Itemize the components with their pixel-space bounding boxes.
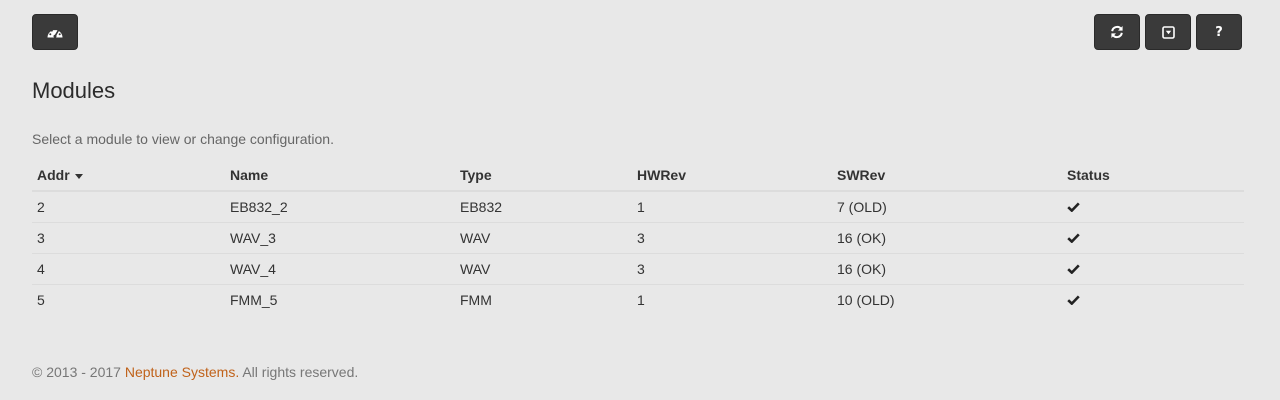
company-link[interactable]: Neptune Systems. <box>125 364 239 380</box>
collapse-icon <box>1161 25 1175 39</box>
cell-addr: 5 <box>32 283 225 315</box>
footer-rights: All rights reserved. <box>239 364 359 380</box>
cell-swrev: 16 (OK) <box>832 221 1062 253</box>
cell-addr: 2 <box>32 190 225 222</box>
check-icon <box>1067 295 1080 305</box>
collapse-button[interactable] <box>1145 14 1191 50</box>
cell-hwrev: 1 <box>632 190 832 222</box>
table-row[interactable]: 3 WAV_3 WAV 3 16 (OK) <box>32 221 1244 253</box>
cell-swrev: 7 (OLD) <box>832 190 1062 222</box>
column-header-type[interactable]: Type <box>455 160 632 192</box>
cell-addr: 4 <box>32 252 225 284</box>
cell-name: WAV_4 <box>225 252 455 284</box>
cell-type: FMM <box>455 283 632 315</box>
page-intro: Select a module to view or change config… <box>32 131 334 147</box>
cell-hwrev: 1 <box>632 283 832 315</box>
check-icon <box>1067 263 1080 274</box>
column-header-status[interactable]: Status <box>1062 160 1244 192</box>
cell-hwrev: 3 <box>632 252 832 284</box>
cell-name: FMM_5 <box>225 283 455 315</box>
help-icon: ? <box>1215 24 1223 40</box>
help-button[interactable]: ? <box>1196 14 1242 50</box>
cell-addr: 3 <box>32 221 225 253</box>
check-icon <box>1067 202 1080 212</box>
refresh-icon <box>1111 25 1123 39</box>
cell-status <box>1062 283 1244 315</box>
cell-type: EB832 <box>455 190 632 222</box>
column-header-swrev[interactable]: SWRev <box>832 160 1062 192</box>
table-row[interactable]: 5 FMM_5 FMM 1 10 (OLD) <box>32 283 1244 315</box>
cell-type: WAV <box>455 221 632 253</box>
column-header-addr[interactable]: Addr <box>32 160 225 192</box>
cell-swrev: 10 (OLD) <box>832 283 1062 315</box>
cell-swrev: 16 (OK) <box>832 252 1062 284</box>
page-title: Modules <box>32 78 116 103</box>
dashboard-icon <box>47 28 63 38</box>
table-row[interactable]: 4 WAV_4 WAV 3 16 (OK) <box>32 252 1244 284</box>
column-header-name[interactable]: Name <box>225 160 455 192</box>
dashboard-button[interactable] <box>32 14 78 50</box>
cell-status <box>1062 190 1244 222</box>
table-row[interactable]: 2 EB832_2 EB832 1 7 (OLD) <box>32 190 1244 222</box>
modules-table: Addr Name Type HWRev SWRev Status 2 EB83… <box>32 160 1244 315</box>
footer-copyright: © 2013 - 2017 <box>32 364 125 380</box>
table-header-row: Addr Name Type HWRev SWRev Status <box>32 160 1244 192</box>
cell-type: WAV <box>455 252 632 284</box>
sort-caret-icon <box>74 173 83 179</box>
footer: © 2013 - 2017 Neptune Systems. All right… <box>32 363 358 381</box>
cell-name: EB832_2 <box>225 190 455 222</box>
refresh-button[interactable] <box>1094 14 1140 50</box>
cell-hwrev: 3 <box>632 221 832 253</box>
cell-status <box>1062 252 1244 284</box>
cell-status <box>1062 221 1244 253</box>
cell-name: WAV_3 <box>225 221 455 253</box>
check-icon <box>1067 232 1080 243</box>
column-header-hwrev[interactable]: HWRev <box>632 160 832 192</box>
